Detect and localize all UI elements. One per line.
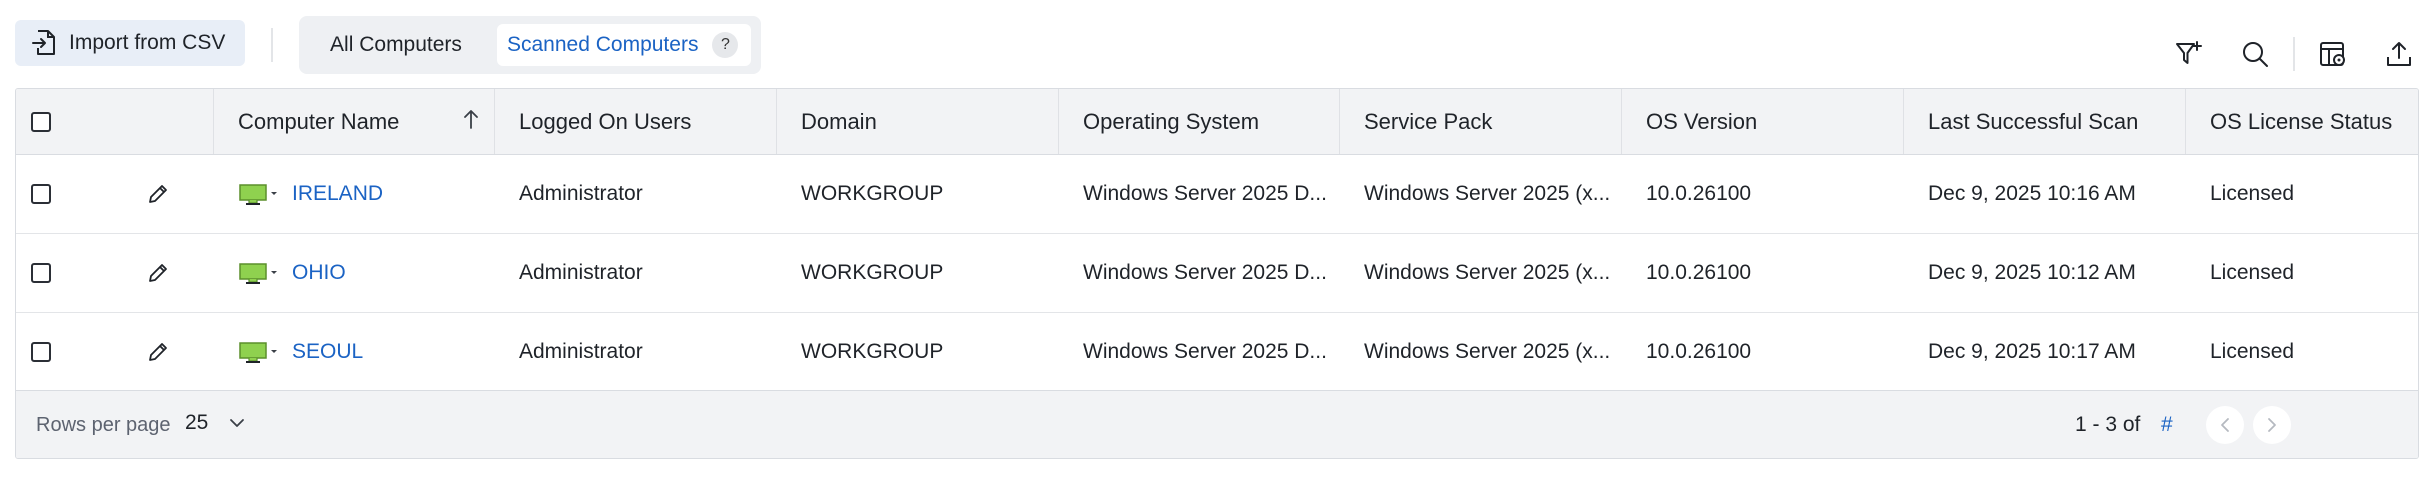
- tab-label: All Computers: [330, 33, 462, 56]
- computer-name-cell: OHIO: [214, 234, 495, 312]
- computer-icon[interactable]: [238, 182, 280, 206]
- column-header-os-license-status[interactable]: OS License Status: [2186, 89, 2418, 154]
- help-icon[interactable]: ?: [712, 32, 739, 58]
- column-header-label: Service Pack: [1364, 108, 1493, 134]
- domain-cell: WORKGROUP: [801, 182, 944, 205]
- table-row: SEOUL Administrator WORKGROUP Windows Se…: [16, 313, 2418, 392]
- search-icon[interactable]: [2235, 34, 2275, 74]
- edit-pencil-icon[interactable]: [146, 261, 170, 285]
- logged-on-users-cell: Administrator: [519, 261, 643, 284]
- import-file-icon: [32, 30, 55, 55]
- column-header-domain[interactable]: Domain: [777, 89, 1059, 154]
- column-header-last-successful-scan[interactable]: Last Successful Scan: [1904, 89, 2186, 154]
- row-edit-cell: [66, 234, 214, 312]
- view-tabs: All Computers Scanned Computers ?: [299, 16, 761, 74]
- domain-cell: WORKGROUP: [801, 340, 944, 363]
- edit-column-header: [66, 89, 214, 154]
- computer-name-cell: SEOUL: [214, 313, 495, 391]
- operating-system-cell: Windows Server 2025 D...: [1083, 340, 1327, 363]
- column-header-operating-system[interactable]: Operating System: [1059, 89, 1340, 154]
- next-page-button[interactable]: [2253, 406, 2291, 444]
- row-checkbox[interactable]: [31, 263, 51, 283]
- table-row: IRELAND Administrator WORKGROUP Windows …: [16, 155, 2418, 234]
- rows-per-page-select[interactable]: 25: [185, 411, 246, 435]
- column-header-label: OS Version: [1646, 108, 1758, 134]
- column-header-os-version[interactable]: OS Version: [1622, 89, 1904, 154]
- toolbar-divider: [271, 28, 273, 62]
- license-status-cell: Licensed: [2210, 340, 2295, 363]
- table-header: Computer Name Logged On Users Domain Ope…: [16, 89, 2418, 155]
- table-row: OHIO Administrator WORKGROUP Windows Ser…: [16, 234, 2418, 313]
- os-version-cell: 10.0.26100: [1646, 261, 1752, 284]
- column-header-service-pack[interactable]: Service Pack: [1340, 89, 1622, 154]
- column-header-label: Logged On Users: [519, 108, 692, 134]
- row-checkbox[interactable]: [31, 342, 51, 362]
- computer-name-link[interactable]: IRELAND: [292, 182, 383, 206]
- pagination-total-link[interactable]: #: [2161, 413, 2173, 437]
- operating-system-cell: Windows Server 2025 D...: [1083, 182, 1327, 205]
- select-all-cell: [16, 89, 66, 154]
- os-version-cell: 10.0.26100: [1646, 340, 1752, 363]
- computer-name-cell: IRELAND: [214, 155, 495, 233]
- service-pack-cell: Windows Server 2025 (x...: [1364, 340, 1611, 363]
- import-from-csv-button[interactable]: Import from CSV: [15, 20, 245, 66]
- last-scan-cell: Dec 9, 2025 10:12 AM: [1928, 261, 2136, 284]
- column-header-label: Domain: [801, 108, 877, 134]
- chevron-left-icon: [2221, 418, 2229, 432]
- row-select-cell: [16, 234, 66, 312]
- rows-per-page-value: 25: [185, 411, 209, 434]
- computer-name-link[interactable]: SEOUL: [292, 340, 363, 364]
- computer-icon[interactable]: [238, 261, 280, 285]
- row-checkbox[interactable]: [31, 184, 51, 204]
- chevron-right-icon: [2268, 418, 2276, 432]
- import-label: Import from CSV: [69, 31, 226, 54]
- column-header-computer-name[interactable]: Computer Name: [214, 89, 495, 154]
- export-icon[interactable]: [2379, 34, 2419, 74]
- last-scan-cell: Dec 9, 2025 10:16 AM: [1928, 182, 2136, 205]
- rows-per-page-label: Rows per page: [36, 414, 171, 436]
- sort-ascending-icon[interactable]: [462, 108, 480, 136]
- column-header-label: Computer Name: [238, 108, 400, 134]
- domain-cell: WORKGROUP: [801, 261, 944, 284]
- column-header-label: Operating System: [1083, 108, 1260, 134]
- toolbar-separator: [2293, 37, 2295, 71]
- logged-on-users-cell: Administrator: [519, 182, 643, 205]
- service-pack-cell: Windows Server 2025 (x...: [1364, 261, 1611, 284]
- previous-page-button[interactable]: [2206, 406, 2244, 444]
- tab-scanned-computers[interactable]: Scanned Computers ?: [497, 24, 751, 66]
- column-header-label: OS License Status: [2210, 108, 2393, 134]
- service-pack-cell: Windows Server 2025 (x...: [1364, 182, 1611, 205]
- row-select-cell: [16, 313, 66, 391]
- row-edit-cell: [66, 313, 214, 391]
- computer-name-link[interactable]: OHIO: [292, 261, 346, 285]
- edit-pencil-icon[interactable]: [146, 182, 170, 206]
- table-footer: Rows per page 25 1 - 3 of #: [16, 390, 2418, 458]
- os-version-cell: 10.0.26100: [1646, 182, 1752, 205]
- column-settings-icon[interactable]: [2313, 34, 2353, 74]
- column-header-label: Last Successful Scan: [1928, 108, 2139, 134]
- tab-all-computers[interactable]: All Computers: [307, 24, 485, 66]
- row-edit-cell: [66, 155, 214, 233]
- computer-icon[interactable]: [238, 340, 280, 364]
- select-all-checkbox[interactable]: [31, 111, 51, 132]
- logged-on-users-cell: Administrator: [519, 340, 643, 363]
- chevron-down-icon: [230, 419, 245, 427]
- operating-system-cell: Windows Server 2025 D...: [1083, 261, 1327, 284]
- license-status-cell: Licensed: [2210, 261, 2295, 284]
- edit-pencil-icon[interactable]: [146, 340, 170, 364]
- add-filter-icon[interactable]: [2169, 34, 2209, 74]
- toolbar: Import from CSV All Computers Scanned Co…: [15, 16, 2419, 76]
- last-scan-cell: Dec 9, 2025 10:17 AM: [1928, 340, 2136, 363]
- column-header-logged-on-users[interactable]: Logged On Users: [495, 89, 777, 154]
- computers-table: Computer Name Logged On Users Domain Ope…: [15, 88, 2419, 459]
- toolbar-actions: [2169, 34, 2419, 74]
- row-select-cell: [16, 155, 66, 233]
- license-status-cell: Licensed: [2210, 182, 2295, 205]
- pagination-range: 1 - 3 of: [2075, 413, 2141, 436]
- tab-label: Scanned Computers: [507, 33, 699, 56]
